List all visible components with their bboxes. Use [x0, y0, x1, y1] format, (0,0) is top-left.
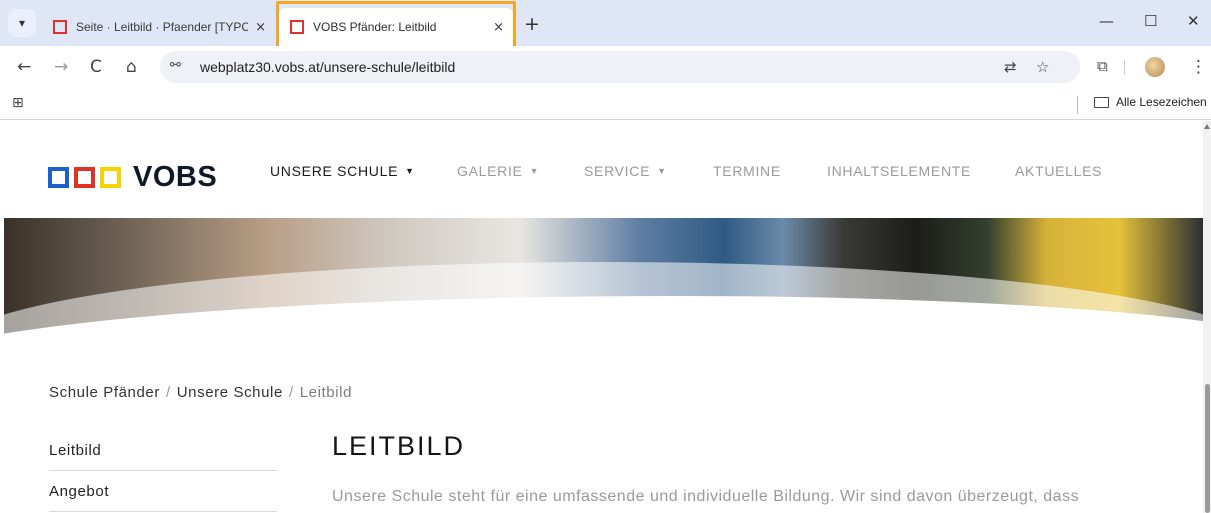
address-bar[interactable]: ⚯ webplatz30.vobs.at/unsere-schule/leitb… [160, 51, 1080, 83]
logo-yellow-square [100, 167, 121, 188]
sidebar-item-leitbild[interactable]: Leitbild [49, 430, 277, 471]
browser-tab-strip: ▾ Seite · Leitbild · Pfaender [TYPO3 CMS… [0, 0, 1211, 49]
breadcrumb-separator: / [165, 384, 171, 401]
profile-avatar[interactable] [1145, 57, 1165, 77]
tab-search-menu-button[interactable]: ▾ [8, 9, 36, 37]
close-window-button[interactable]: ✕ [1187, 12, 1200, 30]
tab-title: Seite · Leitbild · Pfaender [TYPO3 CMS [76, 20, 248, 34]
close-tab-icon[interactable]: × [493, 20, 504, 35]
logo-blue-square [48, 167, 69, 188]
bookmarks-folder-label: Alle Lesezeichen [1116, 95, 1207, 109]
vobs-favicon-icon [290, 20, 304, 34]
vobs-favicon-icon [53, 20, 67, 34]
hero-banner-image [4, 218, 1203, 336]
nav-termine[interactable]: TERMINE [713, 163, 781, 179]
caret-down-icon: ▼ [529, 166, 540, 176]
breadcrumb-separator: / [288, 384, 294, 401]
url-text[interactable]: webplatz30.vobs.at/unsere-schule/leitbil… [200, 59, 455, 75]
caret-down-icon: ▼ [657, 166, 667, 176]
kebab-menu-icon[interactable]: ⋮ [1190, 57, 1207, 77]
nav-galerie[interactable]: GALERIE ▼ [457, 163, 539, 179]
browser-tab-typo3[interactable]: Seite · Leitbild · Pfaender [TYPO3 CMS × [41, 8, 276, 46]
nav-label: UNSERE SCHULE [270, 163, 399, 179]
bookmarks-divider [1077, 96, 1078, 114]
browser-toolbar: ← → C ⌂ ⚯ webplatz30.vobs.at/unsere-schu… [0, 46, 1211, 88]
back-arrow-icon[interactable]: ← [17, 57, 31, 77]
breadcrumb: Schule Pfänder / Unsere Schule / Leitbild [49, 384, 352, 401]
nav-unsere-schule[interactable]: UNSERE SCHULE ▼ [270, 163, 415, 179]
sidebar-nav: Leitbild Angebot [49, 430, 277, 512]
nav-label: GALERIE [457, 163, 523, 179]
plus-icon[interactable]: + [524, 13, 540, 35]
nav-label: AKTUELLES [1015, 163, 1103, 179]
page-viewport: VOBS UNSERE SCHULE ▼ GALERIE ▼ SERVICE ▼… [0, 121, 1211, 513]
nav-service[interactable]: SERVICE ▼ [584, 163, 667, 179]
breadcrumb-item[interactable]: Schule Pfänder [49, 384, 160, 401]
folder-icon [1094, 96, 1109, 108]
lead-paragraph: Unsere Schule steht für eine umfassende … [332, 488, 1080, 505]
minimize-window-button[interactable]: — [1099, 12, 1114, 30]
maximize-window-button[interactable]: ☐ [1144, 12, 1157, 30]
nav-aktuelles[interactable]: AKTUELLES [1015, 163, 1102, 179]
forward-arrow-icon[interactable]: → [54, 57, 68, 77]
site-info-icon[interactable]: ⚯ [170, 58, 181, 73]
nav-inhaltselemente[interactable]: INHALTSELEMENTE [827, 163, 971, 179]
scroll-up-arrow-icon[interactable] [1204, 124, 1210, 129]
extensions-icon[interactable]: ⧉ [1097, 57, 1108, 75]
logo-text: VOBS [133, 161, 218, 193]
home-icon[interactable]: ⌂ [126, 57, 137, 77]
chevron-down-icon: ▾ [18, 16, 26, 30]
apps-grid-icon[interactable]: ⊞ [12, 95, 24, 111]
browser-tab-active[interactable]: VOBS Pfänder: Leitbild × [278, 8, 514, 46]
nav-label: SERVICE [584, 163, 651, 179]
translate-icon[interactable]: ⇄ [1004, 58, 1017, 76]
caret-down-icon: ▼ [405, 166, 415, 176]
tab-title: VOBS Pfänder: Leitbild [313, 20, 437, 34]
sidebar-item-angebot[interactable]: Angebot [49, 471, 277, 512]
reload-icon[interactable]: C [90, 57, 102, 77]
page-title: LEITBILD [332, 431, 466, 461]
logo-red-square [74, 167, 95, 188]
toolbar-divider [1124, 60, 1125, 75]
all-bookmarks-folder[interactable]: Alle Lesezeichen [1094, 95, 1207, 109]
vobs-logo[interactable]: VOBS [48, 161, 217, 194]
breadcrumb-item[interactable]: Unsere Schule [177, 384, 283, 401]
breadcrumb-current: Leitbild [299, 384, 353, 401]
bookmarks-bar: ⊞ Alle Lesezeichen [0, 88, 1211, 120]
close-tab-icon[interactable]: × [255, 20, 266, 35]
scroll-thumb[interactable] [1205, 384, 1210, 513]
page-scrollbar[interactable] [1203, 121, 1211, 513]
nav-label: TERMINE [713, 163, 781, 179]
star-bookmark-icon[interactable]: ☆ [1036, 58, 1049, 76]
nav-label: INHALTSELEMENTE [827, 163, 972, 179]
